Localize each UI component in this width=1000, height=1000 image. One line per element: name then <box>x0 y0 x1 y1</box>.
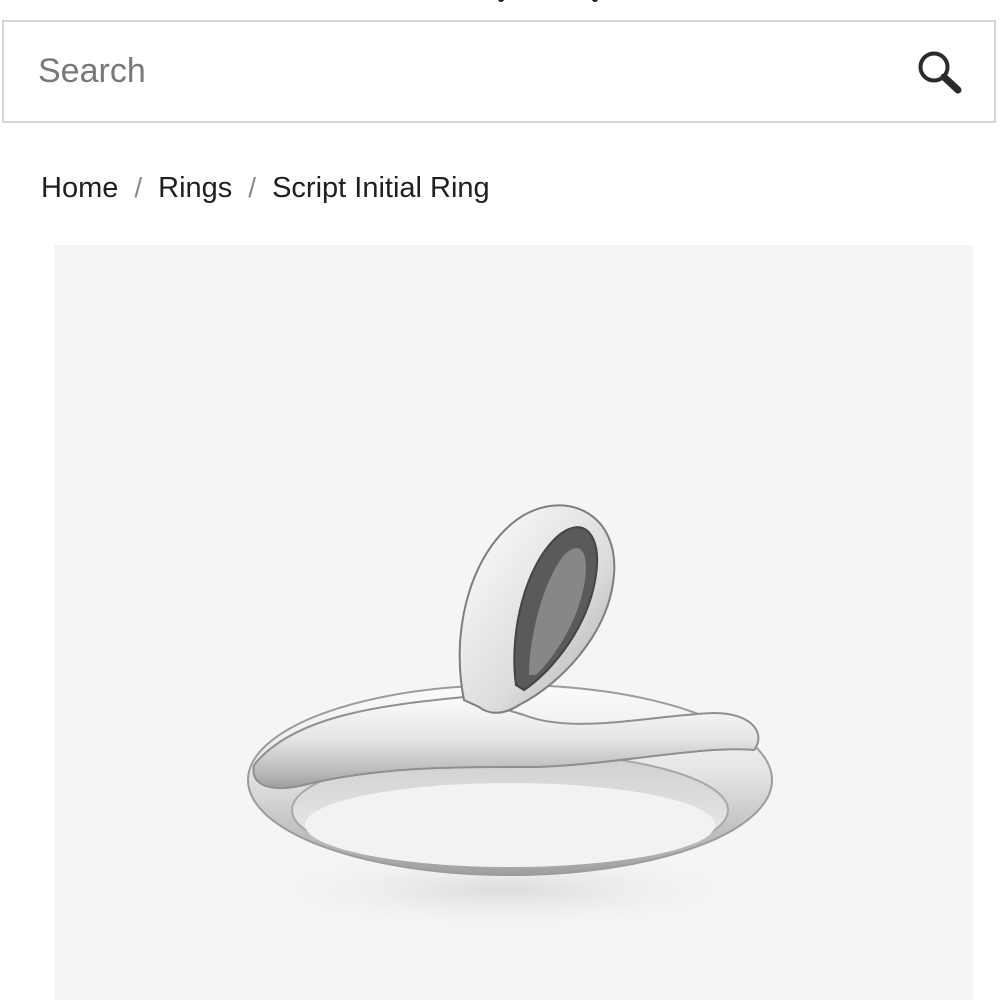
product-image[interactable] <box>54 245 973 1000</box>
ring-illustration <box>224 504 784 935</box>
header-edge-mark <box>498 0 504 2</box>
search-input[interactable] <box>38 22 878 121</box>
breadcrumb-separator: / <box>134 172 143 203</box>
breadcrumb-current: Script Initial Ring <box>272 171 490 204</box>
breadcrumb: Home / Rings / Script Initial Ring <box>41 168 490 208</box>
search-bar <box>2 20 996 123</box>
header-edge-mark <box>592 0 598 2</box>
breadcrumb-home[interactable]: Home <box>41 172 118 205</box>
header-edge <box>0 0 1000 8</box>
search-icon <box>918 51 962 94</box>
search-button[interactable] <box>916 50 966 96</box>
ring-hole <box>305 783 715 867</box>
breadcrumb-rings[interactable]: Rings <box>158 172 232 205</box>
breadcrumb-separator: / <box>248 172 257 203</box>
